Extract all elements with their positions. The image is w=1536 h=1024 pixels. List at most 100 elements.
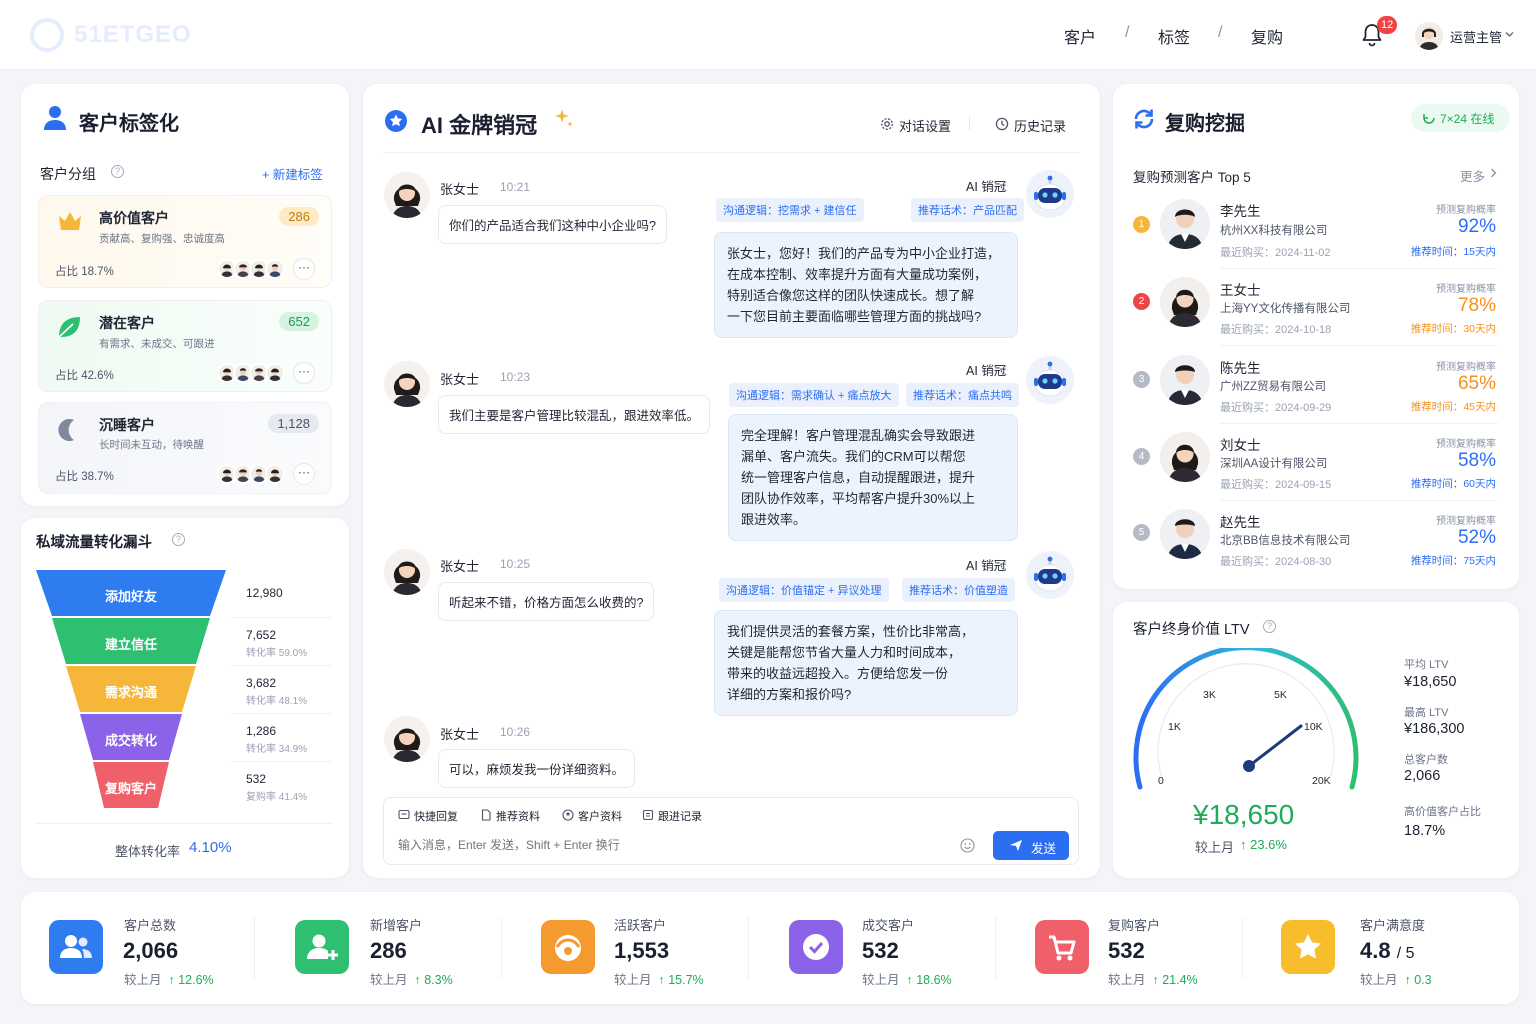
refresh-icon bbox=[1134, 109, 1154, 129]
chevron-down-icon[interactable] bbox=[1505, 31, 1514, 38]
ai-message-line: 张女士，您好！我们的产品专为中小企业打造， bbox=[727, 246, 1001, 261]
funnel-value: 1,286 bbox=[246, 724, 277, 738]
nav-separator: / bbox=[1125, 24, 1130, 41]
segment-more-button[interactable]: ··· bbox=[293, 258, 315, 280]
emoji-icon[interactable] bbox=[960, 838, 975, 853]
nav-separator: / bbox=[1218, 24, 1223, 41]
avatar bbox=[265, 259, 285, 279]
gear-icon[interactable] bbox=[880, 117, 894, 131]
nav-customer[interactable]: 客户 bbox=[1064, 24, 1096, 48]
segment-name: 高价值客户 bbox=[99, 210, 169, 226]
user-role[interactable]: 运营主管 bbox=[1450, 27, 1502, 46]
users-icon bbox=[49, 920, 103, 974]
tool-follow-up[interactable]: 跟进记录 bbox=[658, 808, 702, 824]
document-icon[interactable] bbox=[480, 809, 492, 821]
ai-message-line: 详细的方案和报价吗? bbox=[727, 687, 852, 702]
stat-label: 新增客户 bbox=[370, 918, 423, 933]
leaf-icon bbox=[58, 317, 80, 338]
stat-compare: 较上月 ↑ 21.4% bbox=[1108, 973, 1198, 987]
gauge-hub bbox=[1243, 760, 1255, 772]
customer-name: 赵先生 bbox=[1220, 515, 1261, 530]
user-message-bubble: 听起来不错，价格方面怎么收费的? bbox=[438, 582, 655, 621]
chevron-right-icon[interactable] bbox=[1490, 168, 1497, 178]
segment-card-dormant[interactable]: 沉睡客户 长时间未互动，待唤醒 1,128 占比 38.7% ··· bbox=[38, 402, 332, 494]
funnel-rate: 转化率 34.9% bbox=[246, 744, 308, 755]
segment-more-button[interactable]: ··· bbox=[293, 463, 315, 485]
new-tag-link[interactable]: + 新建标签 bbox=[262, 164, 323, 183]
customer-avatar bbox=[384, 549, 430, 595]
quick-reply-icon[interactable] bbox=[398, 809, 410, 821]
segment-share: 占比 18.7% bbox=[55, 266, 114, 278]
last-purchase: 最近购买：2024-10-18 bbox=[1220, 324, 1332, 336]
history-icon[interactable] bbox=[995, 117, 1009, 131]
script-tag: 推荐话术：产品匹配 bbox=[911, 198, 1024, 222]
clock-refresh-icon bbox=[1423, 114, 1435, 124]
funnel-rate: 复购率 41.4% bbox=[246, 792, 308, 803]
ai-message-line: 带来的收益远超投入。方便给您发一份 bbox=[727, 666, 949, 681]
chat-settings-button[interactable]: 对话设置 bbox=[899, 116, 951, 135]
chat-history-button[interactable]: 历史记录 bbox=[1014, 116, 1066, 135]
prob-label: 预测复购概率 bbox=[1436, 284, 1496, 295]
logic-tag: 沟通逻辑：挖需求 + 建信任 bbox=[716, 198, 864, 222]
segment-card-high-value[interactable]: 高价值客户 贡献高、复购强、忠诚度高 286 占比 18.7% ··· bbox=[38, 195, 332, 288]
ltv-value: ¥18,650 bbox=[1193, 799, 1295, 830]
divider bbox=[230, 761, 332, 762]
help-icon[interactable]: ? bbox=[172, 533, 185, 546]
message-sender: 张女士 bbox=[440, 372, 480, 387]
funnel-title: 私域流量转化漏斗 bbox=[36, 535, 152, 551]
ai-message-bubble: 张女士，您好！我们的产品专为中小企业打造， 在成本控制、效率提升方面有大量成功案… bbox=[714, 232, 1018, 338]
stat-value: 2,066 bbox=[123, 938, 179, 963]
send-button[interactable]: 发送 bbox=[993, 831, 1069, 860]
stat-value: 1,553 bbox=[614, 938, 670, 963]
stat-label: 客户总数 bbox=[124, 918, 177, 933]
ai-message-line: 统一管理客户信息，自动提醒跟进，提升 bbox=[741, 470, 976, 485]
user-avatar[interactable] bbox=[1415, 22, 1443, 50]
user-message-bubble: 你们的产品适合我们这种中小企业吗? bbox=[438, 205, 667, 244]
ai-message-line: 团队协作效率，平均帮客户提升30%以上 bbox=[741, 491, 976, 506]
ltv-compare-value: ↑ 23.6% bbox=[1240, 837, 1287, 852]
segment-name: 沉睡客户 bbox=[99, 417, 155, 433]
stat-compare: 较上月 ↑ 15.7% bbox=[614, 973, 704, 987]
top5-title: 复购预测客户 Top 5 bbox=[1133, 170, 1251, 185]
divider bbox=[995, 917, 996, 979]
tool-quick-reply[interactable]: 快捷回复 bbox=[414, 808, 458, 824]
top-header: 51ETGEO 客户 / 标签 / 复购 12 运营主管 bbox=[0, 0, 1536, 70]
profile-icon[interactable] bbox=[562, 809, 574, 821]
user-add-icon bbox=[295, 920, 349, 974]
record-icon[interactable] bbox=[642, 809, 654, 821]
segment-more-button[interactable]: ··· bbox=[293, 362, 315, 384]
repurchase-title: 复购挖掘 bbox=[1165, 113, 1245, 135]
gauge-tick: 3K bbox=[1203, 689, 1216, 701]
notification-badge: 12 bbox=[1377, 16, 1398, 34]
customer-avatar bbox=[1160, 355, 1210, 405]
funnel-stage-label: 成交转化 bbox=[104, 733, 157, 748]
tool-recommend-material[interactable]: 推荐资料 bbox=[496, 808, 540, 824]
segment-card-potential[interactable]: 潜在客户 有需求、未成交、可跟进 652 占比 42.6% ··· bbox=[38, 300, 332, 392]
last-purchase: 最近购买：2024-09-15 bbox=[1220, 479, 1332, 491]
message-input[interactable] bbox=[398, 835, 946, 855]
help-icon[interactable]: ? bbox=[111, 165, 124, 178]
divider bbox=[230, 713, 332, 714]
ltv-stat-value: 18.7% bbox=[1404, 823, 1446, 839]
avatar bbox=[265, 464, 285, 484]
send-label: 发送 bbox=[1031, 842, 1057, 856]
help-icon[interactable]: ? bbox=[1263, 620, 1276, 633]
divider bbox=[501, 917, 502, 979]
stat-value: 532 bbox=[862, 938, 899, 963]
logic-tag: 沟通逻辑：价值锚定 + 异议处理 bbox=[719, 578, 889, 602]
nav-tags[interactable]: 标签 bbox=[1158, 24, 1190, 48]
divider bbox=[1220, 345, 1498, 346]
funnel-stage-label: 建立信任 bbox=[104, 637, 157, 652]
nav-repurchase[interactable]: 复购 bbox=[1251, 24, 1283, 48]
segment-avatars bbox=[217, 363, 285, 383]
more-link[interactable]: 更多 bbox=[1460, 166, 1485, 185]
crown-icon bbox=[59, 212, 81, 230]
divider bbox=[36, 823, 332, 824]
funnel-value: 3,682 bbox=[246, 676, 277, 690]
tool-customer-profile[interactable]: 客户资料 bbox=[578, 808, 622, 824]
funnel-rate: 转化率 48.1% bbox=[246, 696, 308, 707]
last-purchase: 最近购买：2024-08-30 bbox=[1220, 556, 1332, 568]
funnel-value: 7,652 bbox=[246, 628, 277, 642]
logo[interactable]: 51ETGEO bbox=[30, 18, 192, 52]
stat-label: 成交客户 bbox=[862, 918, 915, 933]
